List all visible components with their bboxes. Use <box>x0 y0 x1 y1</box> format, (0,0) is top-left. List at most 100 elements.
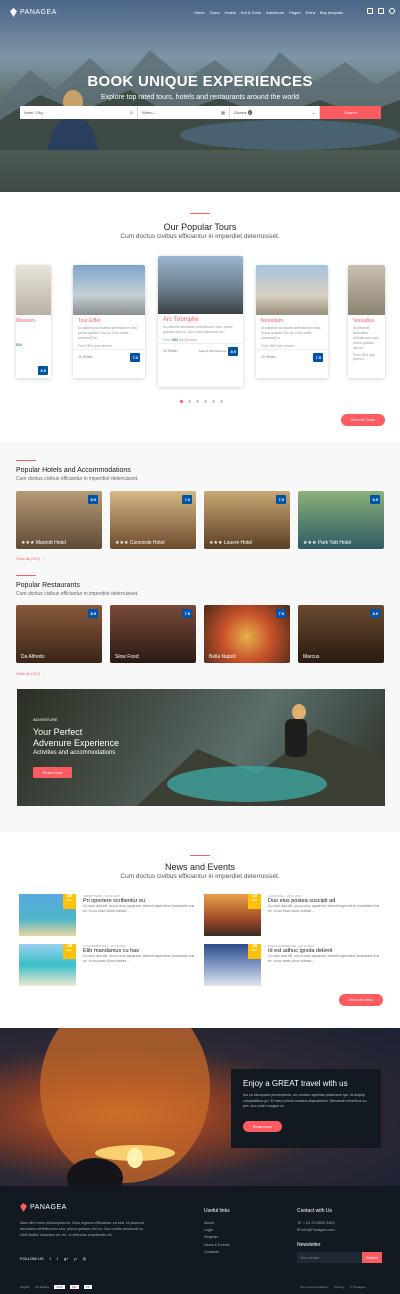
mail-icon: ✉ <box>297 1228 301 1233</box>
hotel-card[interactable]: 7.0 ★★★ Louvre Hotel <box>204 491 290 549</box>
login-icon[interactable] <box>378 8 384 14</box>
carousel-dot[interactable] <box>196 400 199 403</box>
view-all-news-button[interactable]: View all news <box>339 994 383 1006</box>
facebook-icon[interactable]: f <box>50 1256 51 1261</box>
news-image: 28 Dec <box>19 944 76 986</box>
adventure-read-more-button[interactable]: Read more <box>33 767 72 778</box>
carousel-dot[interactable] <box>188 400 191 403</box>
search-button[interactable]: Search <box>320 106 381 119</box>
news-item[interactable]: 28 Dec JHON DOE – 20.11.2017 Duo eius post… <box>204 894 384 936</box>
nav-tours[interactable]: Tours <box>210 10 220 15</box>
tour-score: 7.0 <box>130 352 140 362</box>
tour-description: Id placerat tacimates definitionem sea, … <box>261 326 321 340</box>
tour-description: Id placerat tacimates definitionem sea, … <box>163 325 233 334</box>
privacy-link[interactable]: Privacy <box>334 1285 344 1289</box>
restaurant-card[interactable]: 7.5 Bella Napoli <box>204 605 290 663</box>
footer-about: Mea nibh meis philosophia eu. Duis legim… <box>20 1221 145 1237</box>
nav-buy-template[interactable]: Buy template <box>320 10 343 15</box>
tours-title: Our Popular Tours <box>163 222 237 232</box>
footer-link-login[interactable]: Login <box>204 1227 230 1234</box>
restaurant-card[interactable]: 7.5 Slow Food <box>110 605 196 663</box>
main-nav: Home Tours Hotels Eat & Drink Adventure … <box>194 10 343 15</box>
view-all-tours-button[interactable]: View all Tours <box>341 414 385 426</box>
nav-hotels[interactable]: Hotels <box>224 10 235 15</box>
tours-subtitle: Cum doctus civibus efficiantur in imperd… <box>120 233 280 240</box>
tour-footer: 1h 30min 7.5 <box>256 348 328 365</box>
contact-phone[interactable]: ☏ + 61 23 8093 3400 <box>297 1220 335 1227</box>
restaurant-card[interactable]: 8.9 Da Alfredo <box>16 605 102 663</box>
restaurant-score: 7.5 <box>276 609 286 618</box>
restaurants-subtitle: Cum doctus civibus efficiantur in imperd… <box>16 591 139 597</box>
restaurant-card[interactable]: 8.9 Marcus <box>298 605 384 663</box>
tour-name: Mussum <box>16 318 35 324</box>
google-plus-icon[interactable]: g+ <box>64 1256 69 1261</box>
hotel-score: 8.9 <box>370 495 380 504</box>
hotel-card[interactable]: 8.9 ★★★ Marriott Hotel <box>16 491 102 549</box>
tour-card[interactable]: Notredam Id placerat tacimates definitio… <box>256 265 328 378</box>
when-input[interactable]: When... ▦ <box>138 106 230 119</box>
social-links: FOLLOW US f t g+ p ◎ <box>20 1256 86 1261</box>
terms-link[interactable]: Terms and conditions <box>300 1285 328 1289</box>
instagram-icon[interactable]: ◎ <box>83 1256 87 1261</box>
news-item[interactable]: 28 Dec LUCA ROBINSON – 20.11.2017 Elitr ma… <box>19 944 199 986</box>
hotel-score: 7.0 <box>182 495 192 504</box>
tour-price: $34 <box>16 343 22 347</box>
footer-link-about[interactable]: About <box>204 1220 230 1227</box>
footer-logo[interactable]: PANAGEA <box>20 1203 67 1212</box>
footer-link-news[interactable]: News & Events <box>204 1242 230 1249</box>
tour-card[interactable]: Mussum $34 8.9 <box>16 265 51 378</box>
tour-card[interactable]: Versailles Id placerat tacimates definit… <box>348 265 385 378</box>
nav-extra[interactable]: Extra <box>306 10 315 15</box>
contact-email[interactable]: ✉ info@Panagea.com <box>297 1227 335 1234</box>
nav-home[interactable]: Home <box>194 10 205 15</box>
carousel-dot[interactable] <box>212 400 215 403</box>
language-select[interactable]: English <box>20 1285 30 1289</box>
nav-eat-drink[interactable]: Eat & Drink <box>241 10 261 15</box>
newsletter-submit-button[interactable]: Submit <box>362 1252 382 1263</box>
tour-name: Tour Eiffel <box>78 318 101 324</box>
news-item[interactable]: 28 Dec MARK TWAIN – 20.11.2017 Pri oporter… <box>19 894 199 936</box>
guests-select[interactable]: Guests 1 ⌄ <box>230 106 320 119</box>
carousel-dot[interactable] <box>220 400 223 403</box>
footer: PANAGEA Mea nibh meis philosophia eu. Du… <box>0 1186 400 1294</box>
calendar-icon: ▦ <box>221 110 225 115</box>
news-item[interactable]: 28 Dec PAULA RODRIGUEZ – 20.11.2017 Id est… <box>204 944 384 986</box>
hotel-name: ★★★ Marriott Hotel <box>21 540 66 546</box>
restaurants-view-all-link[interactable]: View all (157) → <box>16 671 45 676</box>
footer-link-contacts[interactable]: Contacts <box>204 1249 230 1256</box>
footer-link-register[interactable]: Register <box>204 1234 230 1241</box>
nav-adventure[interactable]: Adventure <box>266 10 284 15</box>
currency-select[interactable]: US Dollars <box>35 1285 49 1289</box>
section-divider <box>16 575 36 576</box>
city-input[interactable]: Hotel, City... ⊙ <box>20 106 138 119</box>
tour-card[interactable]: Tour Eiffel Id placerat tacimates defini… <box>73 265 145 378</box>
hotel-card[interactable]: 8.9 ★★★ Park Yatt Hotel <box>298 491 384 549</box>
contact-info: ☏ + 61 23 8093 3400 ✉ info@Panagea.com <box>297 1220 335 1234</box>
restaurant-name: Da Alfredo <box>21 654 45 660</box>
useful-links-list: About Login Register News & Events Conta… <box>204 1220 230 1256</box>
newsletter-email-input[interactable]: Your email <box>297 1252 362 1263</box>
hotels-view-all-link[interactable]: View all (157) → <box>16 556 45 561</box>
wishlist-icon[interactable] <box>389 8 395 14</box>
restaurant-name: Bella Napoli <box>209 654 236 660</box>
news-title: News and Events <box>164 862 236 872</box>
hotel-name: ★★★ Park Yatt Hotel <box>303 540 352 546</box>
hotel-card[interactable]: 7.0 ★★★ Concorde Hotel <box>110 491 196 549</box>
adventure-title-line-2: Advenure Experience <box>33 738 120 748</box>
cart-icon[interactable] <box>367 8 373 14</box>
pinterest-icon[interactable]: p <box>74 1256 76 1261</box>
carousel-dot[interactable] <box>204 400 207 403</box>
tour-card-featured[interactable]: Arc Triomphe Id placerat tacimates defin… <box>158 256 243 387</box>
twitter-icon[interactable]: t <box>57 1256 58 1261</box>
promo-read-more-button[interactable]: Read more <box>243 1121 282 1132</box>
follow-label: FOLLOW US <box>20 1256 44 1261</box>
chevron-down-icon: ⌄ <box>311 110 315 115</box>
newsletter-title: Newsletter <box>297 1242 321 1248</box>
carousel-dot[interactable] <box>180 400 183 403</box>
tour-image <box>158 256 243 314</box>
brand-logo[interactable]: PANAGEA <box>10 8 57 17</box>
restaurant-name: Marcus <box>303 654 320 660</box>
restaurant-score: 8.9 <box>88 609 98 618</box>
nav-pages[interactable]: Pages <box>289 10 300 15</box>
hero-title: BOOK UNIQUE EXPERIENCES <box>87 73 313 90</box>
